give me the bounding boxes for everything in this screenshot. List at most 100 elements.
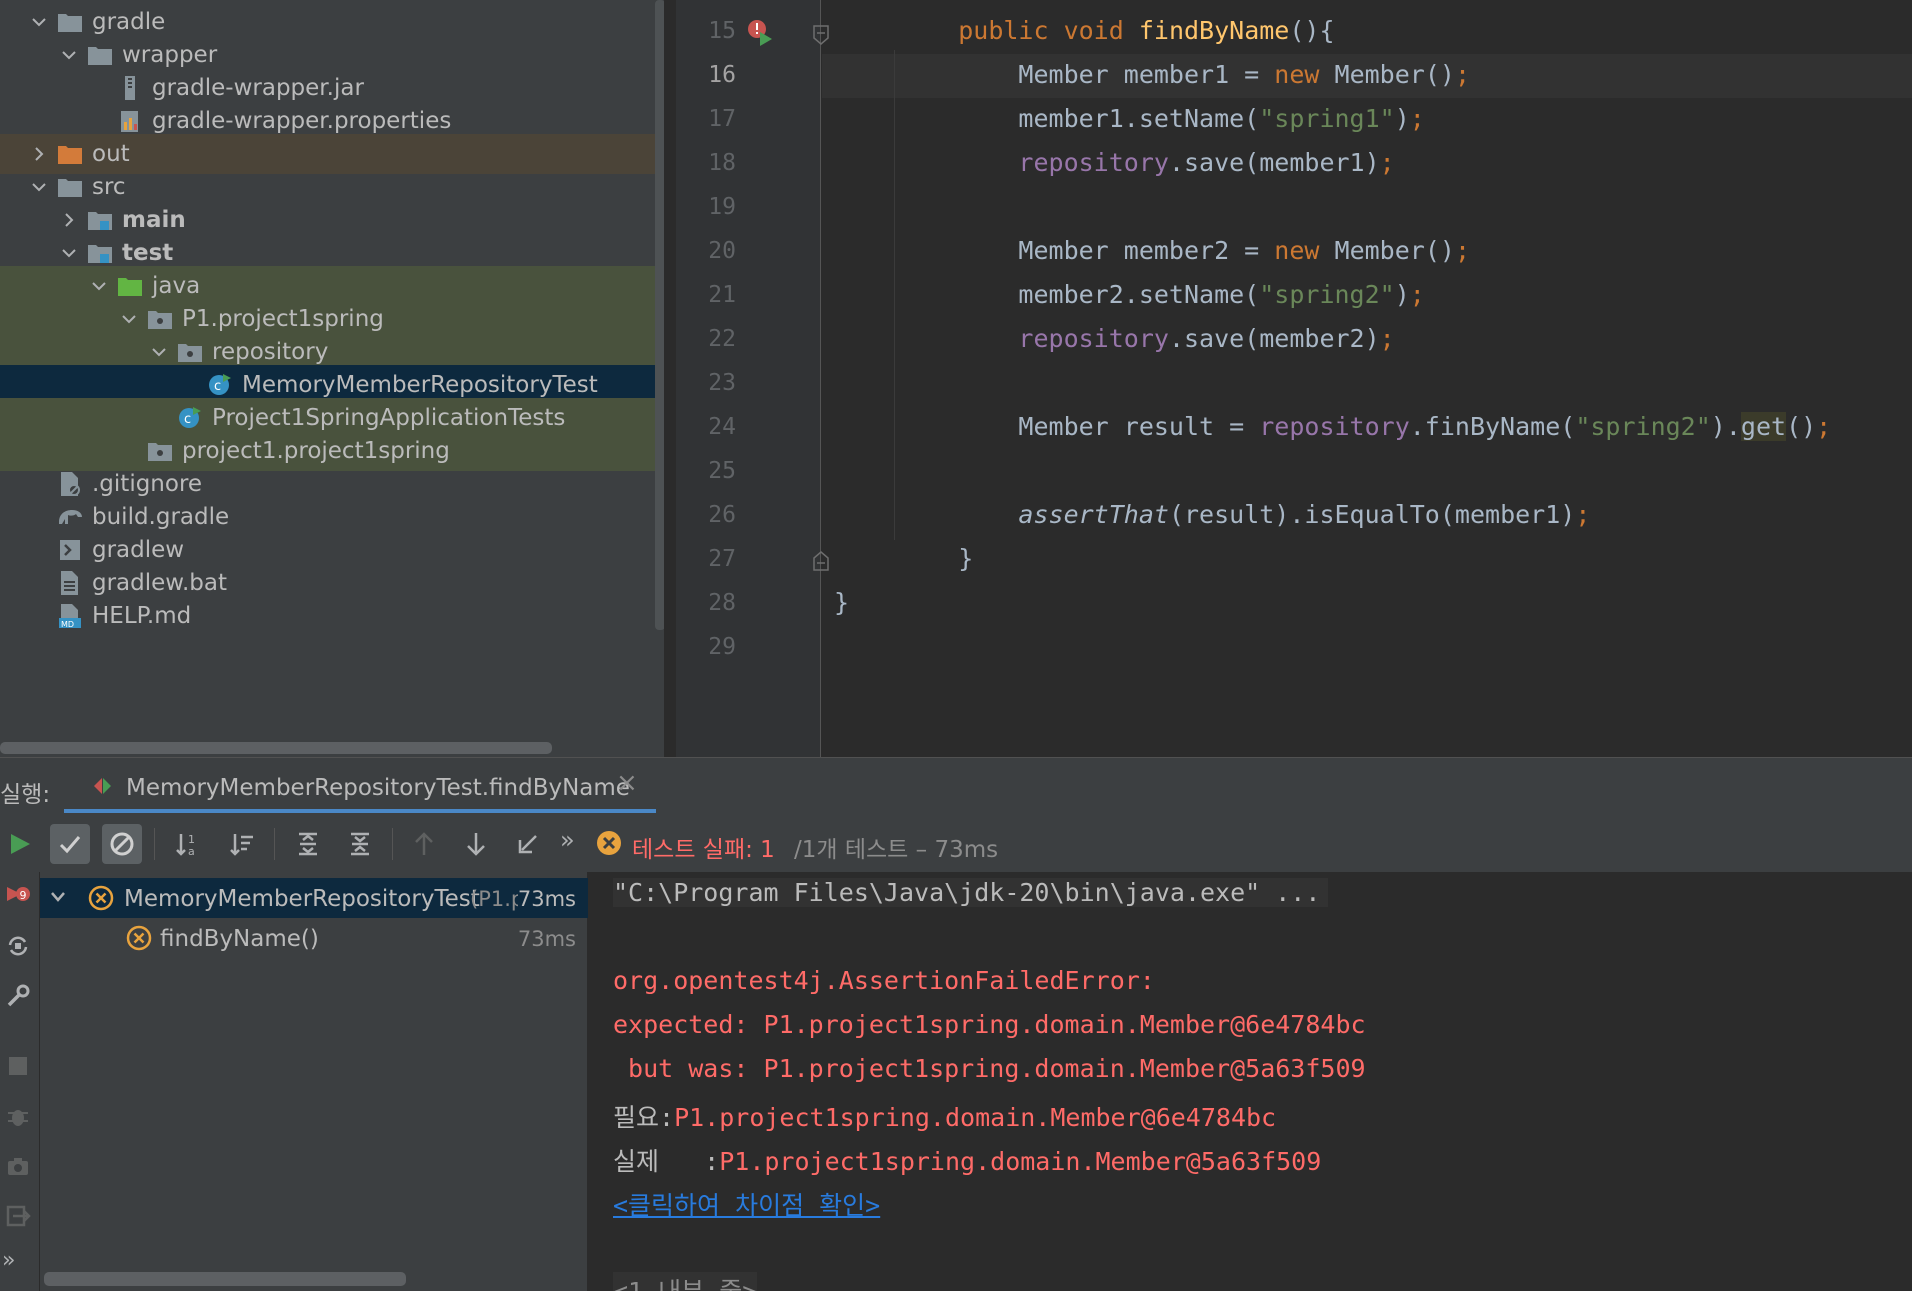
test-class-icon: c bbox=[176, 405, 204, 431]
show-difference-link[interactable]: <클릭하여 차이점 확인> bbox=[613, 1186, 880, 1222]
jar-icon bbox=[116, 75, 144, 101]
line-number: 22 bbox=[708, 326, 736, 352]
run-test-gutter-icon[interactable] bbox=[746, 18, 776, 48]
actual-line: but was: P1.project1spring.domain.Member… bbox=[613, 1054, 1366, 1083]
chevron-down-icon[interactable] bbox=[28, 11, 50, 33]
gutter-divider bbox=[820, 0, 821, 757]
test-suite-time: 73ms bbox=[517, 887, 576, 911]
fold-method-icon[interactable] bbox=[812, 24, 830, 46]
tree-item-label: main bbox=[122, 207, 186, 233]
line-number: 20 bbox=[708, 238, 736, 264]
svg-text:a: a bbox=[188, 845, 195, 858]
source-folder-icon bbox=[86, 240, 114, 266]
run-tab[interactable]: MemoryMemberRepositoryTest.findByName × bbox=[64, 758, 656, 813]
line-number: 24 bbox=[708, 414, 736, 440]
chevron-down-icon[interactable] bbox=[88, 275, 110, 297]
sort-by-duration-icon[interactable] bbox=[222, 824, 262, 864]
chevron-down-icon[interactable] bbox=[28, 176, 50, 198]
test-failed-status-icon bbox=[596, 830, 622, 856]
line-number: 27 bbox=[708, 546, 736, 572]
rerun-failed-icon[interactable]: 9 bbox=[0, 876, 36, 912]
tree-item-label: MemoryMemberRepositoryTest bbox=[242, 372, 598, 398]
project-tree-panel: gradle wrapper gradle-wrapper.jar gradle-wr… bbox=[0, 0, 664, 757]
folder-excluded-icon bbox=[56, 141, 84, 167]
command-line: "C:\Program Files\Java\jdk-20\bin\java.e… bbox=[613, 878, 1329, 907]
more-actions-icon[interactable]: » bbox=[560, 826, 575, 854]
svg-text:c: c bbox=[214, 379, 221, 394]
toolbar-separator bbox=[392, 828, 393, 860]
show-ignored-icon[interactable] bbox=[102, 824, 142, 864]
chevron-down-icon[interactable] bbox=[148, 341, 170, 363]
chevron-right-icon[interactable] bbox=[58, 209, 80, 231]
run-side-toolbar: 9 » bbox=[0, 872, 40, 1291]
line-number: 17 bbox=[708, 106, 736, 132]
tree-item-label: build.gradle bbox=[92, 504, 230, 530]
exit-icon[interactable] bbox=[0, 1198, 36, 1234]
actual-value: P1.project1spring.domain.Member@5a63f509 bbox=[719, 1147, 1322, 1176]
stop-icon[interactable] bbox=[0, 1048, 36, 1084]
chevron-down-icon[interactable] bbox=[58, 44, 80, 66]
test-runner-toolbar: 1a » 테스트 실패: 1 /1개 테스트 – 73ms bbox=[0, 814, 1912, 872]
run-tab-title: MemoryMemberRepositoryTest.findByName bbox=[126, 775, 630, 801]
tree-item-label: gradlew bbox=[92, 537, 185, 563]
chevron-right-icon[interactable] bbox=[28, 143, 50, 165]
tree-item-label: src bbox=[92, 174, 126, 200]
folder-icon bbox=[56, 174, 84, 200]
line-number: 15 bbox=[708, 18, 736, 44]
collapse-all-icon[interactable] bbox=[340, 824, 380, 864]
failed-test-icon bbox=[126, 925, 152, 957]
collapsed-internal-lines[interactable]: <1 내부 줄> bbox=[613, 1272, 758, 1291]
code-line-15: public void findByName(){ bbox=[958, 16, 1335, 45]
source-folder-icon bbox=[86, 207, 114, 233]
code-line-22: repository.save(member2); bbox=[1018, 324, 1395, 353]
svg-text:c: c bbox=[184, 412, 191, 427]
tree-vertical-scrollbar[interactable] bbox=[655, 0, 664, 630]
tree-item-label: .gitignore bbox=[92, 471, 203, 497]
indent-guide bbox=[894, 50, 895, 540]
sort-alphabetically-icon[interactable]: 1a bbox=[168, 824, 208, 864]
tree-item-label: gradle bbox=[92, 9, 166, 35]
import-tests-icon[interactable] bbox=[508, 824, 548, 864]
tree-item-help-md[interactable]: MD HELP.md bbox=[0, 596, 664, 636]
tree-horizontal-scrollbar[interactable] bbox=[0, 742, 552, 754]
chevron-down-icon[interactable] bbox=[48, 887, 68, 913]
error-title: org.opentest4j.AssertionFailedError: bbox=[613, 966, 1155, 995]
tree-item-label: gradle-wrapper.properties bbox=[152, 108, 452, 134]
close-tab-icon[interactable]: × bbox=[616, 768, 638, 798]
fold-end-icon[interactable] bbox=[812, 550, 830, 572]
tree-item-label: HELP.md bbox=[92, 603, 192, 629]
more-icon[interactable]: » bbox=[2, 1248, 15, 1273]
test-console-output[interactable]: "C:\Program Files\Java\jdk-20\bin\java.e… bbox=[589, 872, 1912, 1291]
settings-wrench-icon[interactable] bbox=[0, 978, 36, 1014]
line-number: 19 bbox=[708, 194, 736, 220]
code-line-28: } bbox=[834, 588, 850, 617]
debug-bug-icon[interactable] bbox=[0, 1098, 36, 1134]
rerun-icon[interactable] bbox=[0, 824, 40, 864]
show-passed-icon[interactable] bbox=[50, 824, 90, 864]
chevron-down-icon[interactable] bbox=[58, 242, 80, 264]
test-tree-hscrollbar[interactable] bbox=[44, 1272, 406, 1286]
test-suite-row[interactable]: MemoryMemberRepositoryTest (P1.p 73ms bbox=[40, 878, 588, 918]
actual-label: 실제 : bbox=[613, 1147, 720, 1176]
code-editor[interactable]: 15 16 17 18 19 20 21 22 23 24 25 26 27 28 29 public vo… bbox=[676, 0, 1912, 757]
active-tab-underline bbox=[64, 809, 656, 813]
chevron-down-icon[interactable] bbox=[118, 308, 140, 330]
toolbar-separator bbox=[274, 828, 275, 860]
next-failed-test-icon[interactable] bbox=[456, 824, 496, 864]
camera-icon[interactable] bbox=[0, 1148, 36, 1184]
test-method-name: findByName() bbox=[160, 926, 319, 952]
test-method-row[interactable]: findByName() 73ms bbox=[40, 918, 588, 958]
previous-failed-test-icon[interactable] bbox=[404, 824, 444, 864]
shell-script-icon bbox=[56, 537, 84, 563]
toggle-auto-test-icon[interactable] bbox=[0, 928, 36, 964]
tree-item-label: out bbox=[92, 141, 130, 167]
bat-file-icon bbox=[56, 570, 84, 596]
expand-all-icon[interactable] bbox=[288, 824, 328, 864]
